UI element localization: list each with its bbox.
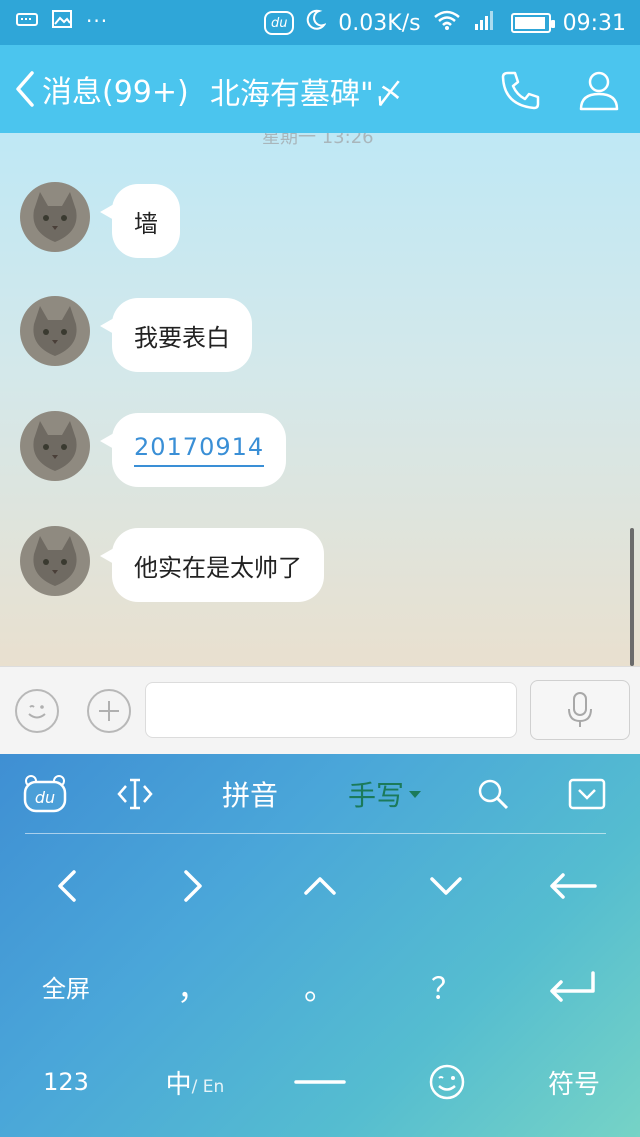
keyboard-toolbar: du 拼音 手写 bbox=[0, 754, 640, 834]
message-text: 他实在是太帅了 bbox=[134, 553, 302, 582]
battery-icon bbox=[510, 13, 555, 33]
phone-icon[interactable] bbox=[498, 67, 544, 113]
du-badge-icon: du bbox=[264, 11, 295, 35]
keyboard-icon bbox=[16, 11, 38, 31]
image-icon bbox=[52, 10, 72, 32]
language-key[interactable]: 中 / En bbox=[150, 1050, 240, 1114]
status-bar: ··· du 0.03K/s 09:31 bbox=[0, 0, 640, 45]
lang-sub-label: / En bbox=[191, 1077, 225, 1097]
cursor-icon[interactable] bbox=[112, 772, 158, 816]
microphone-icon bbox=[568, 692, 592, 727]
chat-title: 北海有墓碑"〆 bbox=[210, 77, 404, 112]
avatar[interactable] bbox=[20, 526, 90, 596]
message-row: 他实在是太帅了 bbox=[20, 526, 324, 602]
back-label: 消息(99+) bbox=[42, 75, 189, 110]
signal-icon bbox=[473, 8, 499, 38]
keyboard-divider bbox=[25, 833, 606, 834]
back-button[interactable]: 消息(99+) bbox=[14, 67, 189, 111]
collapse-keyboard-icon[interactable] bbox=[566, 772, 608, 816]
wifi-icon bbox=[433, 9, 461, 37]
question-key[interactable]: ？ bbox=[418, 954, 474, 1018]
handwrite-button[interactable]: 手写 bbox=[340, 772, 430, 816]
lang-main-label: 中 bbox=[165, 1069, 192, 1100]
avatar[interactable] bbox=[20, 296, 90, 366]
svg-text:du: du bbox=[35, 788, 55, 807]
enter-icon[interactable] bbox=[540, 954, 606, 1018]
avatar[interactable] bbox=[20, 182, 90, 252]
message-bubble[interactable]: 我要表白 bbox=[100, 298, 252, 372]
chat-header: 消息(99+) 北海有墓碑"〆 bbox=[0, 45, 640, 133]
search-icon[interactable] bbox=[472, 772, 514, 816]
moon-icon bbox=[306, 9, 328, 37]
pinyin-button[interactable]: 拼音 bbox=[208, 772, 292, 816]
dropdown-caret-icon bbox=[409, 791, 421, 798]
handwrite-label: 手写 bbox=[347, 779, 404, 812]
keyboard: du 拼音 手写 全屏 ， 。 ？ 123 中 / En 符号 bbox=[0, 754, 640, 1137]
message-row: 20170914 bbox=[20, 411, 287, 487]
plus-icon[interactable] bbox=[87, 689, 131, 733]
emoji-keyboard-icon[interactable] bbox=[420, 1050, 474, 1114]
du-logo-icon[interactable]: du bbox=[22, 772, 68, 816]
up-arrow-icon[interactable] bbox=[292, 854, 348, 918]
right-arrow-icon[interactable] bbox=[166, 854, 220, 918]
message-text: 我要表白 bbox=[134, 323, 230, 352]
person-icon[interactable] bbox=[576, 67, 622, 113]
message-link[interactable]: 20170914 bbox=[134, 433, 265, 467]
period-key[interactable]: 。 bbox=[292, 954, 348, 1018]
message-bubble-link[interactable]: 20170914 bbox=[99, 413, 287, 487]
chevron-left-icon bbox=[16, 71, 34, 107]
chat-area[interactable]: 星期一 13:26 墙 我要表白 20170914 他实在是太帅了 bbox=[0, 133, 640, 666]
left-arrow-icon[interactable] bbox=[40, 854, 94, 918]
voice-button[interactable] bbox=[530, 680, 630, 740]
down-arrow-icon[interactable] bbox=[418, 854, 474, 918]
comma-key[interactable]: ， bbox=[166, 954, 220, 1018]
message-row: 我要表白 bbox=[20, 296, 252, 372]
symbols-key[interactable]: 符号 bbox=[534, 1050, 614, 1114]
backspace-icon[interactable] bbox=[540, 854, 606, 918]
message-input[interactable] bbox=[145, 682, 517, 738]
emoji-icon[interactable] bbox=[15, 689, 59, 733]
avatar[interactable] bbox=[20, 411, 90, 481]
space-key[interactable] bbox=[290, 1050, 350, 1114]
more-icon: ··· bbox=[86, 9, 109, 33]
clock: 09:31 bbox=[562, 10, 626, 36]
network-speed: 0.03K/s bbox=[338, 10, 421, 36]
message-row: 墙 bbox=[20, 182, 180, 258]
numbers-key[interactable]: 123 bbox=[30, 1050, 102, 1114]
message-bubble[interactable]: 他实在是太帅了 bbox=[100, 528, 324, 602]
message-text: 墙 bbox=[134, 209, 158, 238]
chat-scrollbar[interactable] bbox=[630, 528, 634, 666]
input-bar bbox=[0, 666, 640, 754]
chat-timestamp: 星期一 13:26 bbox=[262, 133, 374, 148]
message-bubble[interactable]: 墙 bbox=[100, 184, 180, 258]
fullscreen-key[interactable]: 全屏 bbox=[28, 954, 104, 1018]
